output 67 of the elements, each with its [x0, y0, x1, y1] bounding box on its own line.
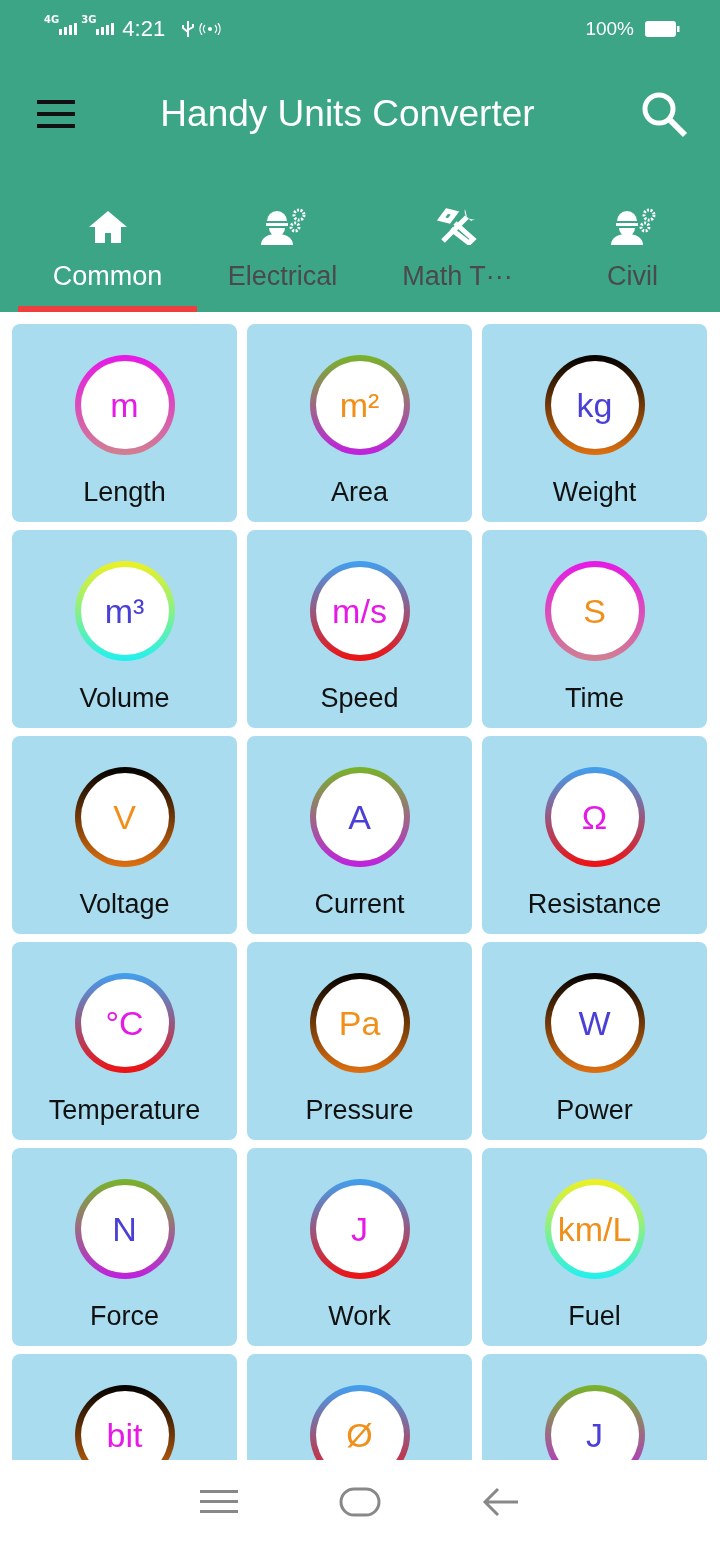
unit-label: Speed	[320, 683, 399, 714]
back-icon[interactable]	[481, 1486, 520, 1518]
unit-label: Temperature	[48, 1095, 201, 1126]
unit-symbol-badge: m/s	[309, 561, 410, 661]
unit-symbol-badge: Pa	[309, 973, 410, 1073]
unit-symbol-badge: m²	[309, 355, 410, 455]
unit-card[interactable]: J Work	[247, 1148, 472, 1346]
unit-symbol-badge: bit	[74, 1385, 175, 1460]
worker-gear-icon	[258, 207, 307, 245]
network-label: 4G	[44, 14, 60, 25]
search-icon[interactable]	[640, 90, 688, 138]
unit-label: Work	[328, 1301, 391, 1332]
unit-label: Pressure	[305, 1095, 414, 1126]
unit-card[interactable]: °C Temperature	[12, 942, 237, 1140]
unit-symbol-badge: A	[309, 767, 410, 867]
unit-label: Voltage	[79, 889, 170, 920]
unit-symbol-badge: N	[74, 1179, 175, 1279]
unit-symbol-badge: W	[544, 973, 645, 1073]
unit-label: Fuel	[568, 1301, 621, 1332]
unit-symbol-badge: km/L	[544, 1179, 645, 1279]
app-title: Handy Units Converter	[159, 93, 536, 135]
unit-symbol-badge: J	[544, 1385, 645, 1460]
recent-apps-icon[interactable]	[200, 1489, 239, 1515]
unit-card[interactable]: W Power	[482, 942, 707, 1140]
unit-card[interactable]: m/s Speed	[247, 530, 472, 728]
battery-percent: 100%	[585, 18, 634, 40]
signal-icon	[96, 23, 115, 35]
unit-label: Weight	[552, 477, 637, 508]
unit-card[interactable]: A Current	[247, 736, 472, 934]
unit-symbol-badge: m³	[74, 561, 175, 661]
network-label: 3G	[81, 14, 97, 25]
unit-card[interactable]: Pa Pressure	[247, 942, 472, 1140]
unit-label: Time	[565, 683, 624, 714]
unit-label: Current	[314, 889, 405, 920]
unit-label: Length	[83, 477, 166, 508]
unit-symbol-badge: m	[74, 355, 175, 455]
signal-icon	[59, 23, 78, 35]
unit-symbol-badge: J	[309, 1179, 410, 1279]
unit-card[interactable]: bit	[12, 1354, 237, 1460]
unit-card[interactable]: S Time	[482, 530, 707, 728]
unit-label: Power	[556, 1095, 633, 1126]
unit-card[interactable]: km/L Fuel	[482, 1148, 707, 1346]
hotspot-icon	[199, 23, 222, 35]
home-button-icon[interactable]	[339, 1487, 381, 1517]
menu-icon[interactable]	[37, 100, 75, 128]
unit-card[interactable]: m² Area	[247, 324, 472, 522]
unit-card[interactable]: V Voltage	[12, 736, 237, 934]
unit-label: Resistance	[527, 889, 662, 920]
clock: 4:21	[122, 16, 166, 42]
unit-card[interactable]: Ω Resistance	[482, 736, 707, 934]
unit-card[interactable]: m³ Volume	[12, 530, 237, 728]
unit-label: Volume	[79, 683, 170, 714]
unit-symbol-badge: kg	[544, 355, 645, 455]
unit-label: Area	[330, 477, 388, 508]
unit-card[interactable]: kg Weight	[482, 324, 707, 522]
unit-symbol-badge: Ø	[309, 1385, 410, 1460]
unit-symbol-badge: S	[544, 561, 645, 661]
battery-icon	[644, 20, 680, 38]
unit-card[interactable]: J	[482, 1354, 707, 1460]
unit-card[interactable]: m Length	[12, 324, 237, 522]
unit-label: Force	[90, 1301, 159, 1332]
unit-symbol-badge: V	[74, 767, 175, 867]
unit-symbol-badge: °C	[74, 973, 175, 1073]
unit-symbol-badge: Ω	[544, 767, 645, 867]
unit-card[interactable]: N Force	[12, 1148, 237, 1346]
worker-gear-icon	[608, 207, 657, 245]
tools-icon	[436, 207, 479, 245]
